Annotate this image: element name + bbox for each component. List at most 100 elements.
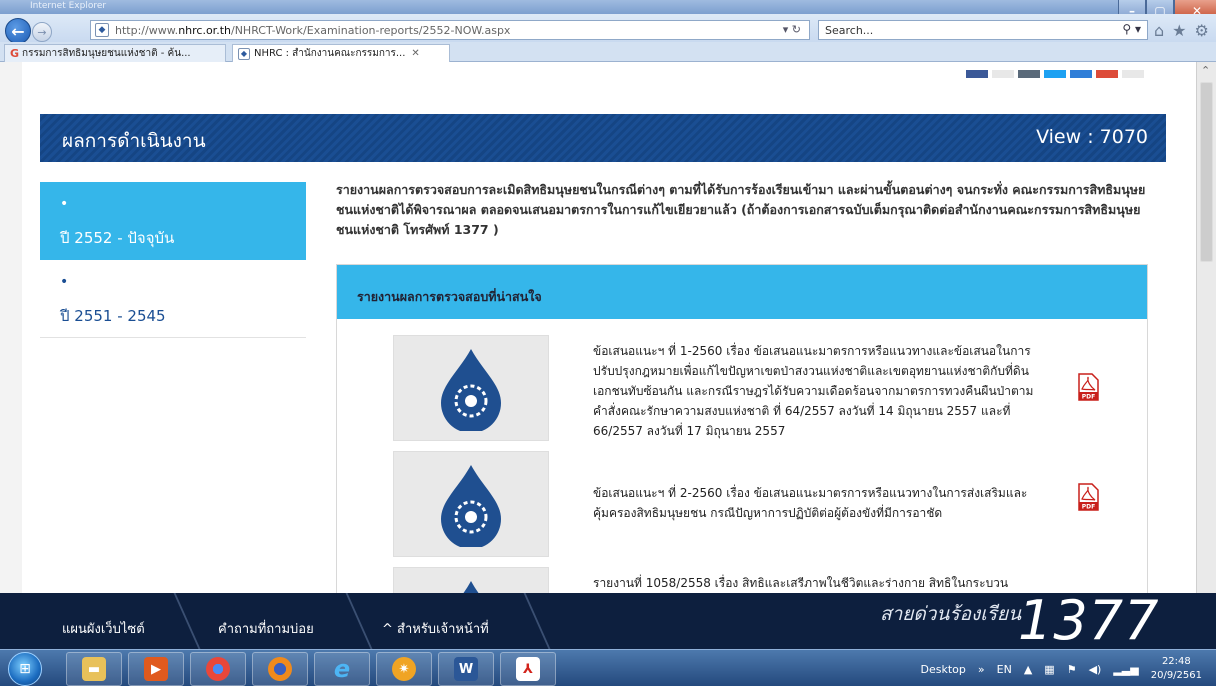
forward-button[interactable]: → xyxy=(32,22,52,42)
site-favicon-icon: ◆ xyxy=(238,47,250,60)
sidebar-item-label: ปี 2552 - ปัจจุบัน xyxy=(60,229,175,247)
forward-arrow-icon: → xyxy=(37,25,47,39)
sidebar-item-label: ปี 2551 - 2545 xyxy=(60,307,166,325)
window-title-bar: Internet Explorer xyxy=(0,0,1216,14)
google-plus-share-icon[interactable] xyxy=(1096,70,1118,78)
page-scrollbar[interactable]: ⌃ ⌄ xyxy=(1196,62,1216,632)
toolbar-expand-icon[interactable]: » xyxy=(978,663,985,676)
hotline-label: สายด่วนร้องเรียน xyxy=(880,603,1022,625)
report-list-heading: รายงานผลการตรวจสอบที่น่าสนใจ xyxy=(337,265,1147,319)
taskbar-acrobat[interactable]: ⅄ xyxy=(500,652,556,686)
taskbar-explorer[interactable]: ▬ xyxy=(66,652,122,686)
page-viewport: ผลการดำเนินงาน View : 7070 • ปี 2552 - ป… xyxy=(0,62,1216,593)
taskbar-media[interactable]: ▶ xyxy=(128,652,184,686)
nhrc-logo-icon xyxy=(441,349,501,431)
scrollbar-thumb[interactable] xyxy=(1200,82,1213,262)
intro-paragraph: รายงานผลการตรวจสอบการละเมิดสิทธิมนุษยชนใ… xyxy=(336,182,1146,237)
more-share-icon[interactable] xyxy=(1122,70,1144,78)
window-title: Internet Explorer xyxy=(30,1,107,11)
firefox-icon xyxy=(268,657,292,681)
bullet-icon: • xyxy=(60,274,69,290)
volume-icon[interactable]: ◀) xyxy=(1089,663,1102,676)
nhrc-logo-thumbnail xyxy=(393,451,549,557)
sidebar-item-2551-2545[interactable]: • ปี 2551 - 2545 xyxy=(40,260,306,338)
windows-taskbar: ⊞ ▬ ▶ e ✷ W ⅄ Desktop » EN ▲ ▦ ⚑ ◀) ▂▃▅ … xyxy=(0,649,1216,686)
pdf-icon[interactable]: PDF xyxy=(1077,373,1099,401)
home-icon[interactable]: ⌂ xyxy=(1154,21,1164,40)
clock-time: 22:48 xyxy=(1161,656,1191,667)
linkedin-share-icon[interactable] xyxy=(1070,70,1092,78)
windows-logo-icon: ⊞ xyxy=(19,661,31,677)
desktop-toolbar-label[interactable]: Desktop xyxy=(921,663,966,676)
taskbar-word[interactable]: W xyxy=(438,652,494,686)
back-arrow-icon: ← xyxy=(11,21,25,41)
taskbar-chrome[interactable] xyxy=(190,652,246,686)
site-footer-bar: แผนผังเว็บไซต์ คำถามที่ถามบ่อย ^ สำหรับเ… xyxy=(0,589,1216,652)
back-button[interactable]: ← xyxy=(5,18,31,44)
report-title[interactable]: รายงานที่ 1058/2558 เรื่อง สิทธิและเสรีภ… xyxy=(593,573,1043,593)
report-list: รายงานผลการตรวจสอบที่น่าสนใจ ข้อเสนอแนะฯ… xyxy=(336,264,1148,593)
report-title[interactable]: ข้อเสนอแนะฯ ที่ 2-2560 เรื่อง ข้อเสนอแนะ… xyxy=(593,483,1043,523)
search-placeholder: Search... xyxy=(825,24,874,37)
acrobat-icon: ⅄ xyxy=(516,657,540,681)
internet-explorer-icon: e xyxy=(333,655,351,683)
email-share-icon[interactable] xyxy=(1018,70,1040,78)
page-title: ผลการดำเนินงาน xyxy=(62,130,206,152)
browser-toolbar-icons: ⌂ ★ ⚙ xyxy=(1154,21,1209,40)
address-field[interactable]: ◆ http://www.nhrc.or.th/NHRCT-Work/Exami… xyxy=(90,20,810,40)
list-item[interactable]: ข้อเสนอแนะฯ ที่ 2-2560 เรื่อง ข้อเสนอแนะ… xyxy=(337,451,1147,561)
pdf-icon[interactable]: PDF xyxy=(1077,483,1099,511)
flag-icon[interactable]: ⚑ xyxy=(1067,663,1077,676)
refresh-icon[interactable]: ▾ ↻ xyxy=(783,23,801,36)
tab-nhrc[interactable]: ◆ NHRC : สำนักงานคณะกรรมการ... ✕ xyxy=(232,44,450,62)
sidebar-item-2552-present[interactable]: • ปี 2552 - ปัจจุบัน xyxy=(40,182,306,260)
settings-gear-icon[interactable]: ⚙ xyxy=(1195,21,1209,40)
taskbar-ie[interactable]: e xyxy=(314,652,370,686)
hotline-number[interactable]: 1377 xyxy=(1018,589,1159,652)
faq-link[interactable]: คำถามที่ถามบ่อย xyxy=(218,618,314,639)
folder-icon: ▬ xyxy=(82,657,106,681)
media-player-icon: ▶ xyxy=(144,657,168,681)
report-title[interactable]: ข้อเสนอแนะฯ ที่ 1-2560 เรื่อง ข้อเสนอแนะ… xyxy=(593,341,1043,441)
twitter-share-icon[interactable] xyxy=(1044,70,1066,78)
signal-icon[interactable]: ▂▃▅ xyxy=(1113,663,1138,676)
clock-date: 20/9/2561 xyxy=(1150,670,1202,681)
tray-up-arrow-icon[interactable]: ▲ xyxy=(1024,663,1032,676)
bullet-icon: • xyxy=(60,196,69,212)
address-bar-row: ← → ◆ http://www.nhrc.or.th/NHRCT-Work/E… xyxy=(0,14,1216,44)
site-favicon-icon: ◆ xyxy=(95,23,109,37)
page-header-banner: ผลการดำเนินงาน View : 7070 xyxy=(40,114,1166,162)
google-g-icon: G xyxy=(10,47,20,60)
close-tab-icon[interactable]: ✕ xyxy=(411,48,419,59)
system-tray: Desktop » EN ▲ ▦ ⚑ ◀) ▂▃▅ 22:48 20/9/256… xyxy=(921,654,1202,684)
tab-label: NHRC : สำนักงานคณะกรรมการ... xyxy=(254,48,406,59)
share-icon[interactable] xyxy=(992,70,1014,78)
sitemap-link[interactable]: แผนผังเว็บไซต์ xyxy=(62,618,145,639)
taskbar-firefox[interactable] xyxy=(252,652,308,686)
taskbar-app[interactable]: ✷ xyxy=(376,652,432,686)
tab-google-search[interactable]: G กรรมการสิทธิมนุษยชนแห่งชาติ - ค้น... xyxy=(4,44,226,62)
start-button[interactable]: ⊞ xyxy=(8,652,42,686)
nhrc-logo-icon xyxy=(463,581,479,593)
language-indicator[interactable]: EN xyxy=(997,663,1012,676)
search-input[interactable]: Search... ⚲ ▾ xyxy=(818,20,1148,40)
network-icon[interactable]: ▦ xyxy=(1044,663,1054,676)
search-icon[interactable]: ⚲ ▾ xyxy=(1122,22,1141,36)
gear-app-icon: ✷ xyxy=(392,657,416,681)
nhrc-logo-icon xyxy=(441,465,501,547)
pdf-label: PDF xyxy=(1082,394,1095,401)
footer-divider xyxy=(523,593,551,649)
tab-label: กรรมการสิทธิมนุษยชนแห่งชาติ - ค้น... xyxy=(22,48,191,59)
favorites-star-icon[interactable]: ★ xyxy=(1172,21,1186,40)
list-item[interactable]: ข้อเสนอแนะฯ ที่ 1-2560 เรื่อง ข้อเสนอแนะ… xyxy=(337,335,1147,445)
scroll-up-icon[interactable]: ⌃ xyxy=(1201,64,1210,77)
footer-divider xyxy=(345,593,373,649)
tab-strip: G กรรมการสิทธิมนุษยชนแห่งชาติ - ค้น... ◆… xyxy=(0,42,1216,62)
clock[interactable]: 22:48 20/9/2561 xyxy=(1151,655,1202,683)
footer-divider xyxy=(173,593,201,649)
year-sidebar: • ปี 2552 - ปัจจุบัน • ปี 2551 - 2545 xyxy=(40,182,306,338)
facebook-share-icon[interactable] xyxy=(966,70,988,78)
url-text: http://www.nhrc.or.th/NHRCT-Work/Examina… xyxy=(115,23,511,37)
nhrc-logo-thumbnail xyxy=(393,335,549,441)
staff-link[interactable]: ^ สำหรับเจ้าหน้าที่ xyxy=(382,618,489,639)
